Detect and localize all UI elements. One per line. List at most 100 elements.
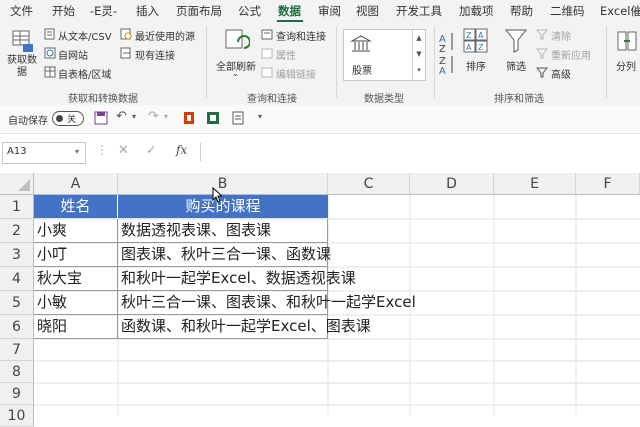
group-data-types-label: 数据类型 <box>364 94 404 105</box>
group-sort-filter-label: 排序和筛选 <box>494 94 544 105</box>
cell-a2[interactable]: 小爽 <box>34 219 118 243</box>
group-separator <box>606 26 607 98</box>
row-header-8[interactable]: 8 <box>0 361 34 383</box>
advanced-filter-icon <box>536 67 548 78</box>
row-header-7[interactable]: 7 <box>0 339 34 361</box>
recent-sources-button[interactable]: 最近使用的源 <box>135 28 195 43</box>
from-table-button[interactable]: 自表格/区域 <box>58 66 111 81</box>
enter-icon[interactable]: ✓ <box>146 143 157 158</box>
cell-b1[interactable]: 购买的课程 <box>118 195 328 219</box>
save-icon[interactable] <box>94 111 108 125</box>
row-header-1[interactable]: 1 <box>0 195 34 219</box>
autosave-state: 关 <box>67 115 77 125</box>
tab-help[interactable]: 帮助 <box>510 3 533 19</box>
tab-view[interactable]: 视图 <box>356 3 379 19</box>
cell-b4[interactable]: 和秋叶一起学Excel、数据透视表课 <box>118 267 356 291</box>
row-header-3[interactable]: 3 <box>0 243 34 267</box>
svg-text:A: A <box>439 66 446 74</box>
tab-page-layout[interactable]: 页面布局 <box>176 3 222 19</box>
cancel-icon[interactable]: ✕ <box>118 143 129 158</box>
svg-text:Z: Z <box>478 43 484 52</box>
quick-access-toolbar: 自动保存 关 ↶ ▾ ↷ ▾ ▾ <box>0 105 640 134</box>
tab-excel-cui[interactable]: Excel催 <box>600 3 640 19</box>
tab-file[interactable]: 文件 <box>10 3 33 19</box>
undo-icon[interactable]: ↶ <box>116 109 127 124</box>
svg-text:A: A <box>466 43 472 52</box>
column-header-d[interactable]: D <box>410 173 494 195</box>
cell-b3[interactable]: 图表课、秋叶三合一课、函数课 <box>118 243 331 267</box>
clear-button[interactable]: 清除 <box>551 28 571 43</box>
column-header-e[interactable]: E <box>494 173 576 195</box>
mouse-cursor-icon <box>212 187 222 203</box>
tab-data[interactable]: 数据 <box>278 3 301 19</box>
cell-a5[interactable]: 小敏 <box>34 291 118 315</box>
tab-review[interactable]: 审阅 <box>318 3 341 19</box>
autosave-label: 自动保存 <box>8 116 48 127</box>
svg-text:Z: Z <box>466 31 472 40</box>
edit-links-button[interactable]: 编辑链接 <box>276 66 316 81</box>
column-header-c[interactable]: C <box>328 173 410 195</box>
customize-qat-icon[interactable]: ▾ <box>258 112 262 121</box>
tab-developer[interactable]: 开发工具 <box>396 3 442 19</box>
cell-a1[interactable]: 姓名 <box>34 195 118 219</box>
row-header-9[interactable]: 9 <box>0 383 34 405</box>
filter-button[interactable]: 筛选 <box>506 58 526 73</box>
data-types-gallery[interactable]: 股票 <box>343 29 413 81</box>
more-icon: ⋮ <box>96 143 108 157</box>
from-text-csv-button[interactable]: 从文本/CSV <box>58 28 112 43</box>
row-header-2[interactable]: 2 <box>0 219 34 243</box>
cell-a6[interactable]: 晓阳 <box>34 315 118 339</box>
existing-connections-icon <box>120 47 131 59</box>
sort-button[interactable]: 排序 <box>466 58 486 73</box>
queries-connections-button[interactable]: 查询和连接 <box>276 28 326 43</box>
redo-icon[interactable]: ↷ <box>148 109 159 124</box>
cell-a4[interactable]: 秋大宝 <box>34 267 118 291</box>
column-header-f[interactable]: F <box>576 173 640 195</box>
advanced-button[interactable]: 高级 <box>551 66 571 81</box>
gallery-scroll[interactable]: ▲ ▼ ▾ <box>412 29 426 81</box>
row-header-6[interactable]: 6 <box>0 315 34 339</box>
calculator-icon[interactable] <box>232 111 244 125</box>
group-separator <box>336 26 337 98</box>
existing-connections-button[interactable]: 现有连接 <box>135 47 175 62</box>
get-data-button[interactable]: 获取数 据 <box>6 55 38 79</box>
sort-az-icon[interactable]: A Z Z A <box>438 30 456 74</box>
select-all-corner[interactable] <box>0 173 34 195</box>
office-icon[interactable] <box>183 111 195 125</box>
cell-b6[interactable]: 函数课、和秋叶一起学Excel、图表课 <box>118 315 371 339</box>
properties-button[interactable]: 属性 <box>276 47 296 62</box>
bank-icon <box>350 35 372 52</box>
addin-icon[interactable] <box>206 111 220 125</box>
tab-formulas[interactable]: 公式 <box>238 3 261 19</box>
cell-b2[interactable]: 数据透视表课、图表课 <box>118 219 328 243</box>
tab-home[interactable]: 开始 <box>52 3 75 19</box>
name-box-dropdown-icon[interactable]: ▾ <box>75 147 79 156</box>
row-header-4[interactable]: 4 <box>0 267 34 291</box>
column-header-b[interactable]: B <box>118 173 328 195</box>
row-header-5[interactable]: 5 <box>0 291 34 315</box>
column-header-a[interactable]: A <box>34 173 118 195</box>
tab-addins[interactable]: 加载项 <box>459 3 494 19</box>
row-header-10[interactable]: 10 <box>0 405 34 427</box>
cell-a3[interactable]: 小叮 <box>34 243 118 267</box>
sort-icon: ZA AZ <box>463 28 488 53</box>
from-web-button[interactable]: 自网站 <box>58 47 88 62</box>
formula-input[interactable] <box>200 142 639 162</box>
filter-icon <box>504 29 528 53</box>
redo-dropdown-icon[interactable]: ▾ <box>164 112 168 121</box>
stocks-type[interactable]: 股票 <box>352 62 372 77</box>
autosave-toggle[interactable]: 关 <box>52 111 84 126</box>
reapply-button[interactable]: 重新应用 <box>551 47 591 62</box>
tab-e-ling[interactable]: -E灵- <box>90 3 117 19</box>
name-box-value: A13 <box>7 146 27 157</box>
name-box[interactable]: A13 ▾ <box>2 142 86 164</box>
tab-insert[interactable]: 插入 <box>136 3 159 19</box>
svg-text:Z: Z <box>439 44 446 55</box>
group-separator <box>434 26 435 98</box>
undo-dropdown-icon[interactable]: ▾ <box>132 112 136 121</box>
tab-qrcode[interactable]: 二维码 <box>550 3 585 19</box>
split-button[interactable]: 分列 <box>616 58 636 73</box>
insert-function-icon[interactable]: fx <box>176 143 187 157</box>
refresh-dropdown-icon[interactable]: ⌄ <box>232 69 239 78</box>
cell-b5[interactable]: 秋叶三合一课、图表课、和秋叶一起学Excel <box>118 291 416 315</box>
